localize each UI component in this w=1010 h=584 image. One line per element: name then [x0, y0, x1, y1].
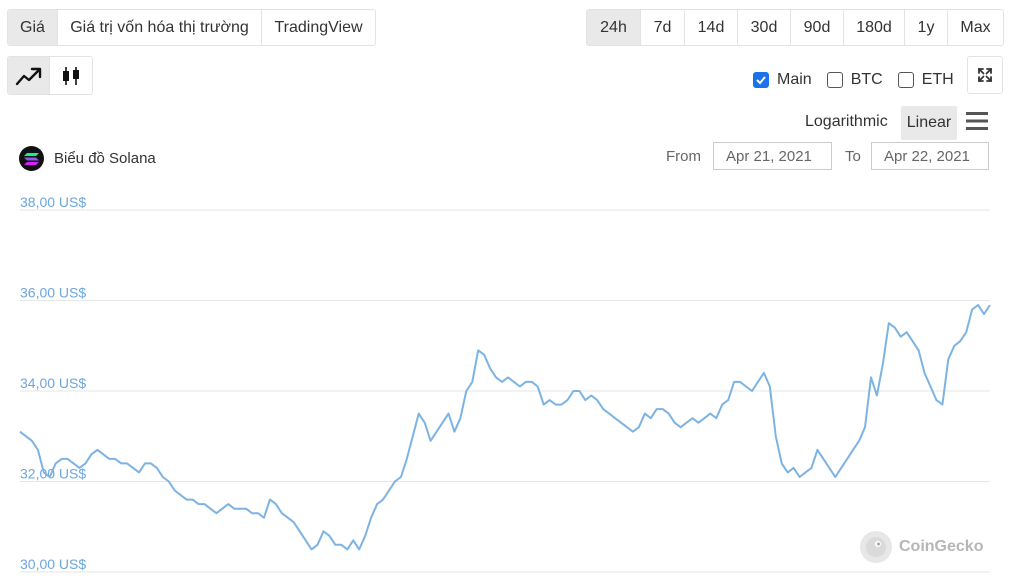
checkbox-btc[interactable]: BTC: [826, 71, 883, 89]
compare-checkboxes: Main BTC ETH: [753, 71, 969, 89]
chart-title: Biểu đồ Solana: [19, 146, 156, 171]
chart-grid: [20, 209, 990, 573]
checkbox-eth-box[interactable]: [897, 72, 914, 88]
candlestick-icon: [63, 66, 79, 85]
tab-price[interactable]: Giá: [8, 10, 58, 45]
from-label: From: [666, 148, 701, 165]
expand-icon: [978, 68, 992, 82]
range-90d[interactable]: 90d: [791, 10, 844, 45]
y-tick-label: 34,00 US$: [20, 375, 86, 391]
y-tick-label: 30,00 US$: [20, 556, 86, 572]
line-chart-icon: [15, 67, 41, 85]
checkbox-main[interactable]: Main: [753, 71, 812, 89]
checkbox-eth[interactable]: ETH: [897, 71, 954, 89]
date-to-input[interactable]: Apr 22, 2021: [871, 142, 989, 170]
to-label: To: [845, 148, 861, 165]
price-chart[interactable]: 38,00 US$36,00 US$34,00 US$32,00 US$30,0…: [0, 185, 1010, 584]
tabs-range: 24h 7d 14d 30d 90d 180d 1y Max: [586, 9, 1004, 46]
watermark-text: CoinGecko: [899, 538, 984, 555]
range-7d[interactable]: 7d: [641, 10, 685, 45]
checkbox-btc-label: BTC: [850, 71, 883, 88]
coingecko-watermark: CoinGecko: [860, 531, 983, 563]
solana-logo-icon: [19, 146, 44, 171]
price-series-line: [19, 304, 991, 551]
range-14d[interactable]: 14d: [685, 10, 738, 45]
tab-tradingview[interactable]: TradingView: [262, 10, 375, 45]
chart-title-text: Biểu đồ Solana: [54, 150, 156, 167]
date-from-input[interactable]: Apr 21, 2021: [713, 142, 832, 170]
scale-logarithmic[interactable]: Logarithmic: [805, 113, 888, 131]
coingecko-logo-icon: [860, 531, 892, 563]
y-axis-labels: 38,00 US$36,00 US$34,00 US$32,00 US$30,0…: [20, 194, 86, 572]
checkbox-btc-box[interactable]: [826, 72, 843, 88]
fullscreen-button[interactable]: [967, 56, 1003, 94]
range-max[interactable]: Max: [948, 10, 1003, 45]
candlestick-button[interactable]: [50, 57, 92, 94]
tabs-main: Giá Giá trị vốn hóa thị trường TradingVi…: [7, 9, 376, 46]
y-tick-label: 36,00 US$: [20, 285, 86, 301]
y-tick-label: 38,00 US$: [20, 194, 86, 210]
range-1y[interactable]: 1y: [905, 10, 948, 45]
checkbox-main-label: Main: [777, 71, 812, 88]
line-chart-button[interactable]: [8, 57, 50, 94]
checkbox-eth-label: ETH: [921, 71, 954, 88]
scale-linear[interactable]: Linear: [901, 106, 957, 140]
hamburger-menu-icon[interactable]: [966, 111, 988, 131]
range-180d[interactable]: 180d: [844, 10, 905, 45]
range-24h[interactable]: 24h: [587, 10, 641, 45]
checkbox-main-box[interactable]: [753, 72, 769, 88]
chart-type-toggle: [7, 56, 93, 95]
range-30d[interactable]: 30d: [738, 10, 791, 45]
tab-market-cap[interactable]: Giá trị vốn hóa thị trường: [58, 10, 262, 45]
